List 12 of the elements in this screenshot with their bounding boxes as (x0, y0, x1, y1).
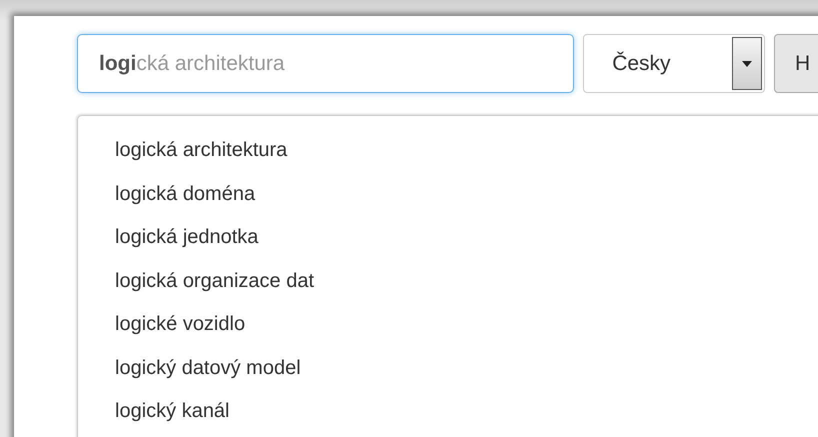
suggestion-item[interactable]: logické vozidlo (115, 310, 818, 338)
suggestion-item[interactable]: logická organizace dat (115, 266, 818, 294)
caret-icon (742, 60, 752, 66)
action-button[interactable]: H (774, 34, 818, 93)
suggestion-item[interactable]: logická jednotka (115, 223, 818, 251)
suggestion-item[interactable]: logická architektura (115, 136, 818, 164)
language-select[interactable]: Česky (583, 34, 765, 93)
dropdown-arrow-button[interactable] (732, 37, 762, 90)
suggestion-item[interactable]: logická doména (115, 180, 818, 208)
suggestion-item[interactable]: logický datový model (115, 354, 818, 382)
suggestion-item[interactable]: logický kanál (115, 397, 818, 425)
search-field[interactable]: logická architektura (77, 34, 574, 93)
